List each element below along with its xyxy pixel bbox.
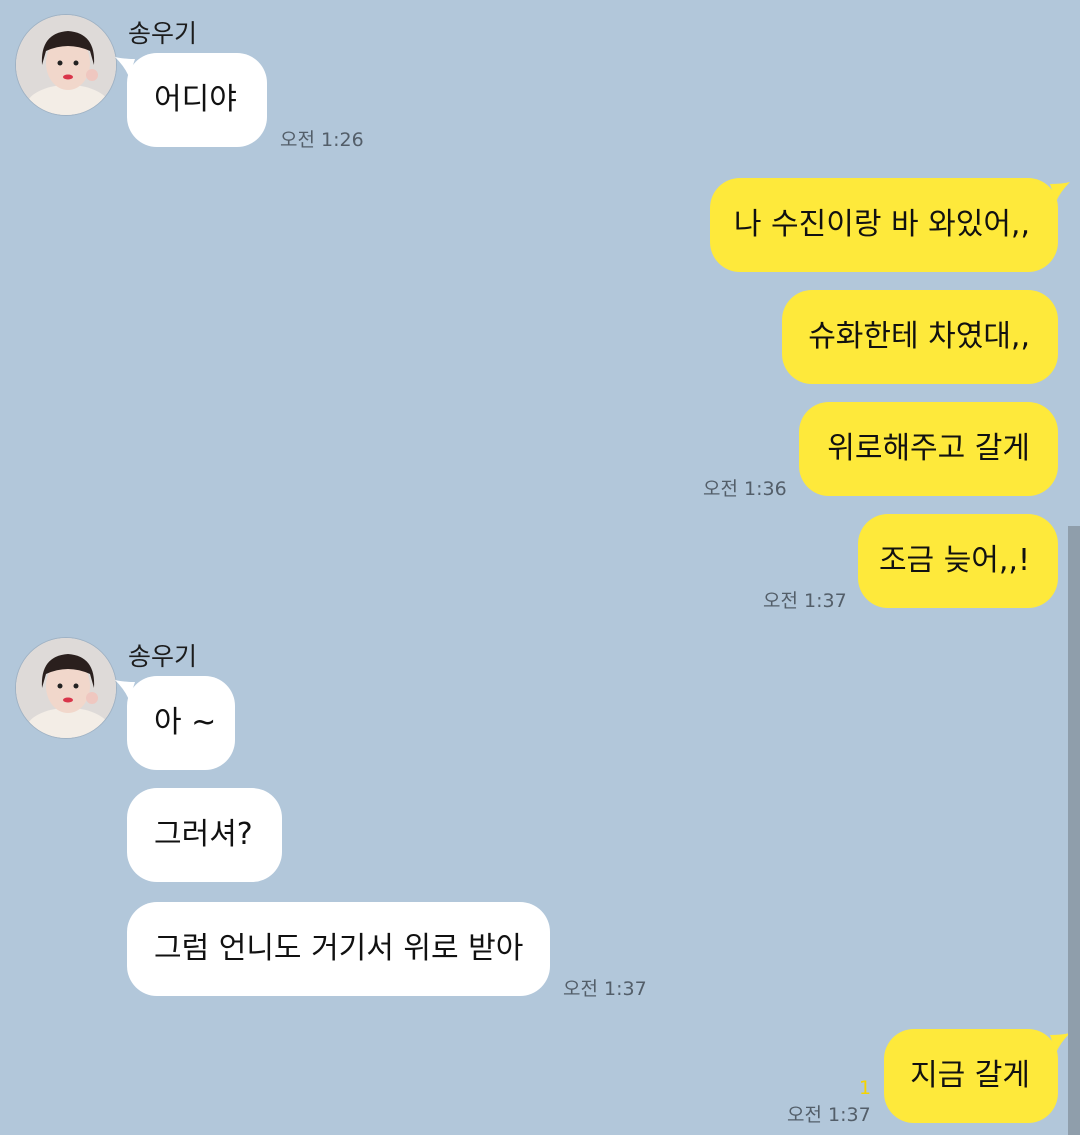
sender-avatar[interactable] — [15, 637, 117, 739]
message-time: 오전 1:26 — [280, 129, 364, 151]
message-text: 그럼 언니도 거기서 위로 받아 — [154, 931, 524, 966]
incoming-message-bubble[interactable]: 그럼 언니도 거기서 위로 받아 — [127, 902, 550, 996]
message-text: 지금 갈게 — [910, 1058, 1030, 1093]
sender-avatar[interactable] — [15, 14, 117, 116]
outgoing-message-bubble[interactable]: 나 수진이랑 바 와있어,, — [710, 178, 1070, 272]
message-time: 오전 1:37 — [787, 1104, 871, 1126]
message-text: 그러셔? — [154, 817, 253, 852]
scrollbar[interactable] — [1068, 526, 1080, 1135]
unread-count: 1 — [859, 1077, 872, 1099]
message-text: 위로해주고 갈게 — [827, 431, 1030, 466]
message-text: 나 수진이랑 바 와있어,, — [733, 207, 1030, 242]
bubble-tail — [1050, 182, 1070, 202]
message-time: 오전 1:37 — [563, 978, 647, 1000]
incoming-message-bubble[interactable]: 어디야 — [115, 53, 267, 147]
bubble-tail — [115, 680, 135, 700]
outgoing-message-bubble[interactable]: 조금 늦어,,! — [858, 514, 1058, 608]
sender-name: 송우기 — [128, 19, 198, 48]
incoming-message-bubble[interactable]: 아 ~ — [115, 676, 235, 770]
message-text: 조금 늦어,,! — [878, 543, 1030, 578]
chat-area[interactable]: 송우기 어디야 오전 1:26 나 수진이랑 바 와있어,, 슈화한테 차였대,… — [0, 0, 1080, 1135]
sender-name: 송우기 — [128, 642, 198, 671]
message-text: 어디야 — [154, 82, 237, 117]
message-time: 오전 1:36 — [703, 478, 787, 500]
incoming-message-bubble[interactable]: 그러셔? — [127, 788, 282, 882]
outgoing-message-bubble[interactable]: 슈화한테 차였대,, — [782, 290, 1058, 384]
message-text: 아 ~ — [154, 705, 217, 740]
outgoing-message-bubble[interactable]: 지금 갈게 — [884, 1029, 1070, 1123]
bubble-tail — [115, 57, 135, 77]
message-text: 슈화한테 차였대,, — [808, 319, 1030, 354]
message-time: 오전 1:37 — [763, 590, 847, 612]
outgoing-message-bubble[interactable]: 위로해주고 갈게 — [799, 402, 1058, 496]
bubble-tail — [1050, 1033, 1070, 1053]
